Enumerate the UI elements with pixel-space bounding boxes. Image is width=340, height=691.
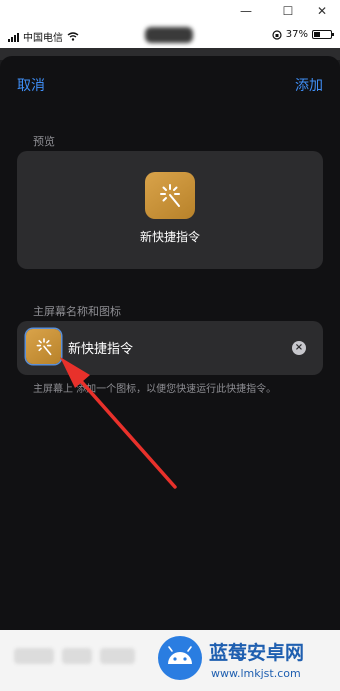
blurred-region xyxy=(100,648,135,664)
watermark-title: 蓝莓安卓网 xyxy=(209,642,305,664)
blurred-region xyxy=(14,648,54,664)
watermark-area: 蓝莓安卓网 www.lmkjst.com xyxy=(0,630,340,691)
red-arrow-annotation xyxy=(60,357,177,489)
watermark-url: www.lmkjst.com xyxy=(211,667,301,680)
blurred-region xyxy=(62,648,92,664)
android-logo-icon xyxy=(158,636,202,680)
